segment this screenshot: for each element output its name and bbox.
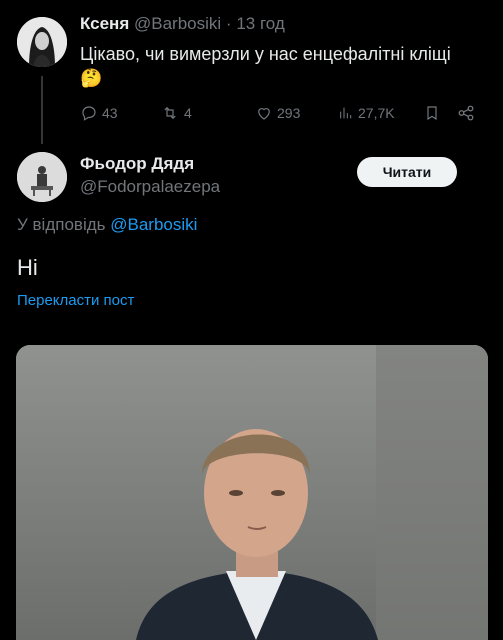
share-button[interactable] — [456, 104, 476, 127]
author-handle[interactable]: @Barbosiki — [134, 14, 221, 33]
retweet-icon — [164, 106, 176, 120]
like-icon — [258, 108, 270, 120]
tweet-body: Цікаво, чи вимерзли у нас енцефалітні кл… — [80, 42, 490, 90]
thread-line — [41, 76, 43, 144]
reply-icon — [82, 106, 96, 121]
bookmark-icon — [427, 106, 437, 121]
follow-button[interactable]: Читати — [357, 157, 457, 187]
reply-author-name[interactable]: Фьодор Дядя — [80, 154, 194, 174]
reply-count: 43 — [102, 105, 118, 121]
share-icon — [458, 105, 474, 121]
media-image[interactable] — [16, 345, 488, 640]
reply-to-line: У відповідь @Barbosiki — [17, 215, 197, 235]
tweet-text: Цікаво, чи вимерзли у нас енцефалітні кл… — [80, 44, 451, 64]
avatar-fodor[interactable] — [17, 152, 67, 202]
thinking-emoji: 🤔 — [80, 68, 103, 88]
reply-text: Ні — [17, 255, 38, 280]
bookmark-button[interactable] — [424, 104, 440, 127]
tweet-header: Ксеня @Barbosiki · 13 год — [80, 14, 285, 34]
tweet-time[interactable]: 13 год — [236, 14, 284, 33]
reply-to-handle[interactable]: @Barbosiki — [110, 215, 197, 234]
reply-author-handle[interactable]: @Fodorpalaezepa — [80, 177, 220, 197]
photo-illustration — [16, 345, 488, 640]
views-action[interactable]: 27,7K — [338, 104, 395, 122]
reply-to-prefix: У відповідь — [17, 215, 106, 234]
like-count: 293 — [277, 105, 301, 121]
time-separator: · — [225, 14, 232, 33]
retweet-count: 4 — [184, 105, 192, 121]
views-count: 27,7K — [358, 105, 395, 121]
reply-action[interactable]: 43 — [80, 104, 118, 122]
avatar-ksenya[interactable] — [17, 17, 67, 67]
author-name[interactable]: Ксеня — [80, 14, 129, 33]
like-action[interactable]: 293 — [255, 104, 300, 122]
views-icon — [340, 107, 352, 119]
translate-post-link[interactable]: Перекласти пост — [17, 292, 134, 309]
retweet-action[interactable]: 4 — [160, 104, 192, 122]
